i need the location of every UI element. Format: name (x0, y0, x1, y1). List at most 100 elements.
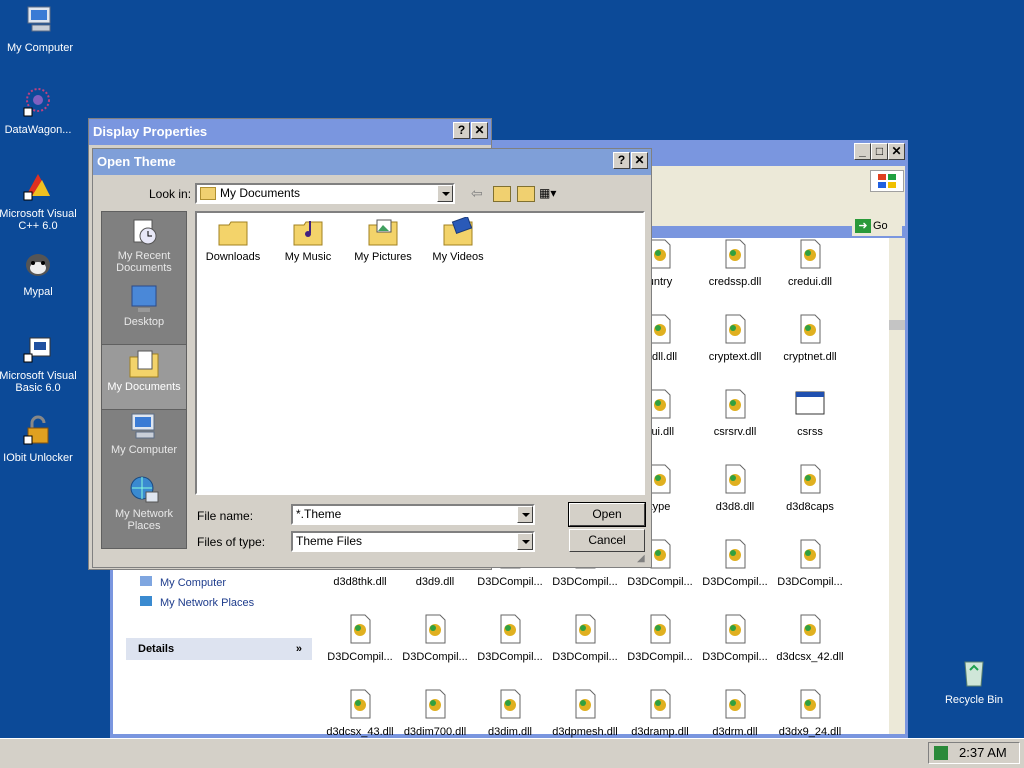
desktop-icon-mypal[interactable]: Mypal (0, 248, 78, 298)
desktop-icon-msvc[interactable]: Microsoft Visual C++ 6.0 (0, 170, 78, 232)
file-item[interactable]: d3d8caps (773, 463, 847, 513)
file-item[interactable]: D3DCompil... (698, 538, 772, 588)
file-item[interactable]: D3DCompil... (698, 613, 772, 663)
folder-my-pictures[interactable]: My Pictures (347, 217, 419, 263)
file-item[interactable]: d3d8.dll (698, 463, 772, 513)
resize-grip[interactable]: ◢ (637, 553, 645, 564)
file-item[interactable]: d3dim.dll (473, 688, 547, 738)
cancel-button[interactable]: Cancel (569, 529, 645, 552)
file-label: d3d9.dll (415, 576, 455, 588)
maximize-button[interactable]: □ (871, 143, 888, 160)
details-panel-header[interactable]: Details » (126, 638, 312, 660)
file-item[interactable]: csrsrv.dll (698, 388, 772, 438)
desktop-icon-label: DataWagon... (4, 124, 72, 136)
folder-my-videos[interactable]: My Videos (422, 217, 494, 263)
up-folder-icon[interactable] (493, 186, 511, 202)
display-properties-titlebar[interactable]: Display Properties (89, 119, 491, 145)
task-pane-links: My Computer My Network Places (126, 572, 312, 624)
file-item[interactable]: cryptnet.dll (773, 313, 847, 363)
file-item[interactable]: d3dramp.dll (623, 688, 697, 738)
desktop-icon-datawagon[interactable]: DataWagon... (0, 86, 78, 136)
dll-file-icon (425, 689, 446, 719)
file-item[interactable]: D3DCompil... (473, 613, 547, 663)
close-button[interactable]: ✕ (888, 143, 905, 160)
place-my-computer[interactable]: My Computer (102, 412, 186, 456)
computer-icon (131, 413, 155, 439)
videos-folder-icon (443, 217, 473, 246)
open-theme-titlebar[interactable]: Open Theme (93, 149, 651, 175)
desktop-icon-label: Mypal (23, 286, 53, 298)
file-item[interactable]: d3dx9_24.dll (773, 688, 847, 738)
desktop-icon-iobit[interactable]: IObit Unlocker (0, 414, 78, 464)
file-item[interactable]: D3DCompil... (398, 613, 472, 663)
desktop-icon-recycle-bin[interactable]: Recycle Bin (934, 656, 1014, 706)
go-button[interactable]: ➜ Go (852, 216, 902, 236)
file-item[interactable]: csrss (773, 388, 847, 438)
vertical-scrollbar[interactable] (889, 238, 905, 734)
computer-icon (27, 6, 51, 32)
close-button[interactable]: ✕ (471, 122, 488, 139)
file-list-view[interactable]: Downloads My Music My Pictures My Videos (195, 211, 645, 495)
file-name-dropdown-arrow[interactable] (517, 506, 533, 523)
file-item[interactable]: D3DCompil... (323, 613, 397, 663)
side-link-network[interactable]: My Network Places (140, 596, 254, 609)
file-name-label: File name: (197, 509, 254, 523)
place-my-recent-documents[interactable]: My Recent Documents (102, 218, 186, 274)
file-item[interactable]: D3DCompil... (623, 613, 697, 663)
file-label: D3DCompil... (552, 576, 618, 588)
dll-file-icon (350, 614, 371, 644)
application-icon (795, 391, 825, 415)
file-item[interactable]: d3drm.dll (698, 688, 772, 738)
desktop-icon-my-computer[interactable]: My Computer (0, 4, 80, 54)
place-my-network-places[interactable]: My Network Places (102, 474, 186, 532)
file-item[interactable]: d3dcsx_43.dll (323, 688, 397, 738)
dll-file-icon (800, 614, 821, 644)
open-button[interactable]: Open (568, 502, 646, 527)
new-folder-icon[interactable] (517, 186, 535, 202)
file-item[interactable]: credui.dll (773, 238, 847, 288)
side-link-my-computer[interactable]: My Computer (140, 576, 226, 589)
file-name-input[interactable]: *.Theme (291, 504, 535, 525)
minimize-button[interactable]: _ (854, 143, 871, 160)
files-of-type-dropdown-arrow[interactable] (517, 533, 533, 550)
folder-downloads[interactable]: Downloads (197, 217, 269, 263)
file-label: d3dramp.dll (631, 726, 689, 738)
dll-file-icon (725, 314, 746, 344)
file-label: d3dim700.dll (403, 726, 467, 738)
help-button[interactable]: ? (453, 122, 470, 139)
folder-my-music[interactable]: My Music (272, 217, 344, 263)
file-item[interactable]: d3dcsx_42.dll (773, 613, 847, 663)
file-item[interactable]: cryptext.dll (698, 313, 772, 363)
network-icon (140, 596, 152, 606)
look-in-dropdown-arrow[interactable] (437, 185, 453, 202)
place-desktop[interactable]: Desktop (102, 284, 186, 328)
close-button[interactable]: ✕ (631, 152, 648, 169)
tray-icon[interactable] (934, 746, 948, 760)
file-item[interactable]: d3dpmesh.dll (548, 688, 622, 738)
file-label: d3drm.dll (712, 726, 758, 738)
file-label: credui.dll (787, 276, 833, 288)
dll-file-icon (425, 614, 446, 644)
files-of-type-select[interactable]: Theme Files (291, 531, 535, 552)
file-label: cryptnet.dll (783, 351, 837, 363)
file-label: D3DCompil... (627, 576, 693, 588)
file-item[interactable]: D3DCompil... (548, 613, 622, 663)
back-icon[interactable]: ⇦ (471, 185, 483, 202)
dll-file-icon (800, 464, 821, 494)
scrollbar-thumb[interactable] (889, 320, 905, 330)
address-dropdown-arrow[interactable] (828, 216, 846, 234)
file-label: csrsrv.dll (713, 426, 757, 438)
clock: 2:37 AM (959, 745, 1007, 760)
desktop-icon-msvb[interactable]: Microsoft Visual Basic 6.0 (0, 332, 78, 394)
look-in-combo[interactable]: My Documents (195, 183, 455, 204)
file-item[interactable]: D3DCompil... (773, 538, 847, 588)
file-label: csrss (797, 426, 823, 438)
help-button[interactable]: ? (613, 152, 630, 169)
views-menu-icon[interactable]: ▦▾ (539, 186, 561, 200)
file-item[interactable]: credssp.dll (698, 238, 772, 288)
file-label: D3DCompil... (552, 651, 618, 663)
file-item[interactable]: d3dim700.dll (398, 688, 472, 738)
place-my-documents[interactable]: My Documents (102, 344, 186, 410)
my-documents-folder-icon (129, 350, 159, 378)
dll-file-icon (725, 689, 746, 719)
